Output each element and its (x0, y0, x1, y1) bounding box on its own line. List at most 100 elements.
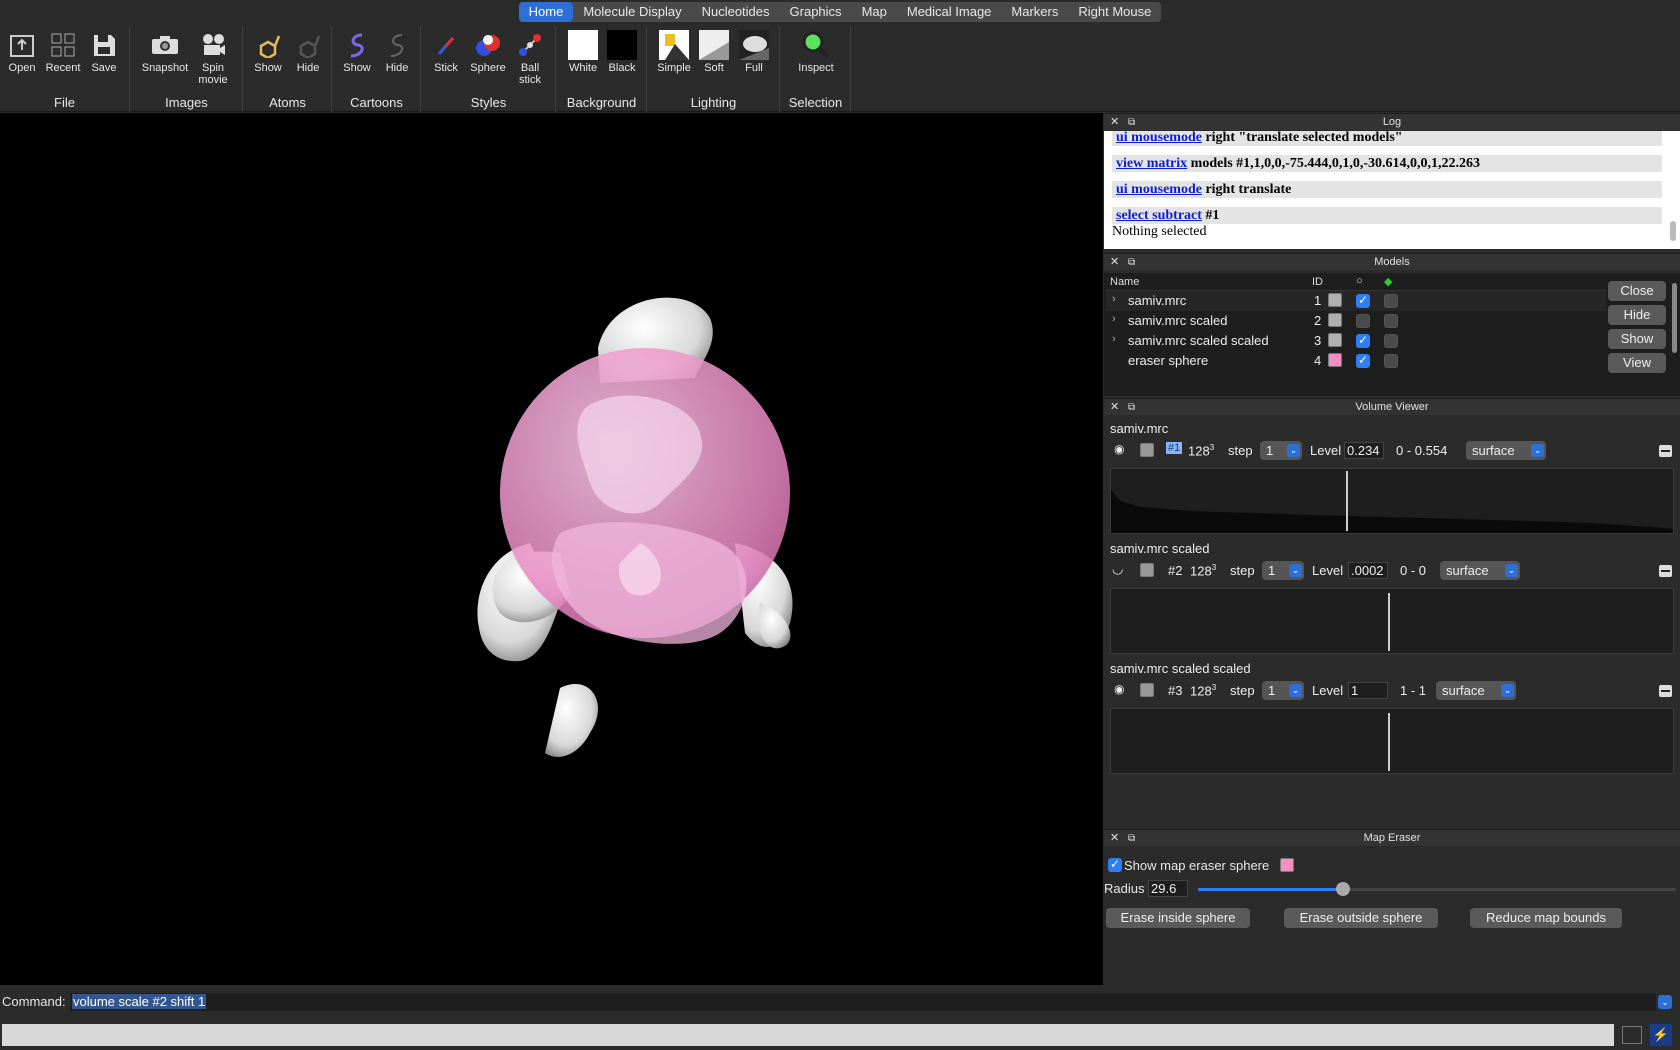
sphere-button[interactable]: Sphere (468, 30, 508, 74)
radius-input[interactable]: 29.6 (1148, 880, 1188, 897)
tab-graphics[interactable]: Graphics (780, 2, 852, 22)
models-scrollbar[interactable] (1672, 283, 1677, 353)
white-background-button[interactable]: White (563, 30, 603, 74)
eye-icon[interactable]: ◉ (1114, 682, 1124, 696)
model-row[interactable]: eraser sphere 4 (1106, 351, 1606, 371)
hide-button[interactable]: Hide (1608, 305, 1666, 325)
model-select-checkbox[interactable] (1384, 334, 1398, 348)
level-input[interactable]: 0.234 (1344, 442, 1384, 459)
level-input[interactable]: 1 (1348, 682, 1388, 699)
eye-icon[interactable]: ◉ (1114, 442, 1124, 456)
collapse-icon[interactable] (1659, 565, 1672, 577)
collapse-icon[interactable] (1659, 685, 1672, 697)
model-select-checkbox[interactable] (1384, 294, 1398, 308)
histogram[interactable] (1110, 708, 1674, 774)
radius-slider-track[interactable] (1198, 882, 1676, 896)
eye-closed-icon[interactable]: ◡ (1112, 561, 1123, 577)
tab-markers[interactable]: Markers (1001, 2, 1068, 22)
model-shown-checkbox[interactable] (1356, 293, 1370, 308)
save-button[interactable]: Save (84, 30, 124, 74)
spin-movie-button[interactable]: Spin movie (193, 30, 233, 86)
simple-lighting-button[interactable]: Simple (654, 30, 694, 74)
full-lighting-button[interactable]: Full (734, 30, 774, 74)
step-select[interactable]: 1 ⌄ (1260, 441, 1302, 460)
model-color-swatch[interactable] (1328, 313, 1342, 327)
stick-button[interactable]: Stick (426, 30, 466, 74)
float-icon[interactable]: ⧉ (1128, 114, 1135, 131)
collapse-icon[interactable] (1659, 445, 1672, 457)
volume-color-swatch[interactable] (1140, 563, 1154, 577)
tab-nucleotides[interactable]: Nucleotides (692, 2, 780, 22)
volume-color-swatch[interactable] (1140, 683, 1154, 697)
black-background-button[interactable]: Black (602, 30, 642, 74)
log-command-link[interactable]: select subtract (1116, 208, 1202, 223)
level-input[interactable]: .0002 (1348, 562, 1388, 579)
volume-color-swatch[interactable] (1140, 443, 1154, 457)
style-select[interactable]: surface ⌄ (1436, 681, 1516, 700)
ball-stick-button[interactable]: Ball stick (510, 30, 550, 86)
atoms-show-button[interactable]: Show (248, 30, 288, 74)
style-select[interactable]: surface ⌄ (1440, 561, 1520, 580)
histogram[interactable] (1110, 588, 1674, 654)
step-select[interactable]: 1 ⌄ (1262, 561, 1304, 580)
model-row[interactable]: › samiv.mrc scaled scaled 3 (1106, 331, 1606, 351)
chevron-right-icon[interactable]: › (1112, 293, 1116, 305)
tab-right-mouse[interactable]: Right Mouse (1068, 2, 1161, 22)
model-row[interactable]: › samiv.mrc scaled 2 (1106, 311, 1606, 331)
atoms-hide-button[interactable]: Hide (288, 30, 328, 74)
model-color-swatch[interactable] (1328, 293, 1342, 307)
log-command-link[interactable]: ui mousemode (1116, 182, 1202, 197)
inspect-button[interactable]: Inspect (793, 30, 839, 74)
radius-slider-handle[interactable] (1336, 882, 1350, 896)
show-button[interactable]: Show (1608, 329, 1666, 349)
close-button[interactable]: Close (1608, 281, 1666, 301)
command-input[interactable]: volume scale #2 shift 1 (70, 993, 1656, 1011)
log-command-link[interactable]: ui mousemode (1116, 131, 1202, 145)
lightning-icon[interactable]: ⚡ (1650, 1024, 1672, 1046)
model-shown-checkbox[interactable] (1356, 333, 1370, 348)
model-select-checkbox[interactable] (1384, 314, 1398, 328)
open-button[interactable]: Open (2, 30, 42, 74)
chevron-right-icon[interactable]: › (1112, 313, 1116, 325)
tab-home[interactable]: Home (518, 2, 574, 22)
histogram[interactable] (1110, 468, 1674, 534)
model-select-checkbox[interactable] (1384, 354, 1398, 368)
snapshot-button[interactable]: Snapshot (141, 30, 189, 74)
erase-inside-button[interactable]: Erase inside sphere (1106, 908, 1250, 928)
model-shown-checkbox[interactable] (1356, 353, 1370, 368)
log-panel[interactable]: ui mousemode right "translate selected m… (1104, 131, 1680, 249)
soft-lighting-button[interactable]: Soft (694, 30, 734, 74)
model-color-swatch[interactable] (1328, 353, 1342, 367)
step-select[interactable]: 1 ⌄ (1262, 681, 1304, 700)
recent-button[interactable]: Recent (43, 30, 83, 74)
log-scrollbar[interactable] (1670, 221, 1676, 241)
cartoons-hide-button[interactable]: Hide (377, 30, 417, 74)
eraser-color-swatch[interactable] (1280, 858, 1294, 872)
style-select[interactable]: surface ⌄ (1466, 441, 1546, 460)
model-shown-checkbox[interactable] (1356, 314, 1370, 328)
model-row[interactable]: › samiv.mrc 1 (1106, 291, 1606, 311)
float-icon[interactable]: ⧉ (1128, 254, 1135, 271)
show-eraser-checkbox[interactable] (1108, 857, 1122, 872)
erase-outside-button[interactable]: Erase outside sphere (1284, 908, 1438, 928)
screen-layout-icon[interactable] (1622, 1026, 1642, 1044)
graphics-viewport[interactable] (0, 113, 1103, 985)
close-icon[interactable]: ✕ (1110, 830, 1119, 847)
model-color-swatch[interactable] (1328, 333, 1342, 347)
view-button[interactable]: View (1608, 353, 1666, 373)
tab-medical-image[interactable]: Medical Image (897, 2, 1002, 22)
close-icon[interactable]: ✕ (1110, 114, 1119, 131)
tab-molecule-display[interactable]: Molecule Display (573, 2, 691, 22)
tab-map[interactable]: Map (852, 2, 897, 22)
reduce-map-bounds-button[interactable]: Reduce map bounds (1470, 908, 1622, 928)
close-icon[interactable]: ✕ (1110, 254, 1119, 271)
chevron-right-icon[interactable]: › (1112, 333, 1116, 345)
group-images: Snapshot Spin movie Images (131, 26, 243, 112)
volume-id[interactable]: #3 (1168, 683, 1182, 698)
volume-id[interactable]: #2 (1168, 563, 1182, 578)
chevron-down-icon[interactable]: ⌄ (1658, 995, 1672, 1009)
cartoons-show-button[interactable]: Show (337, 30, 377, 74)
float-icon[interactable]: ⧉ (1128, 830, 1135, 847)
log-command-link[interactable]: view matrix (1116, 156, 1187, 171)
volume-id[interactable]: #1 (1166, 442, 1183, 454)
